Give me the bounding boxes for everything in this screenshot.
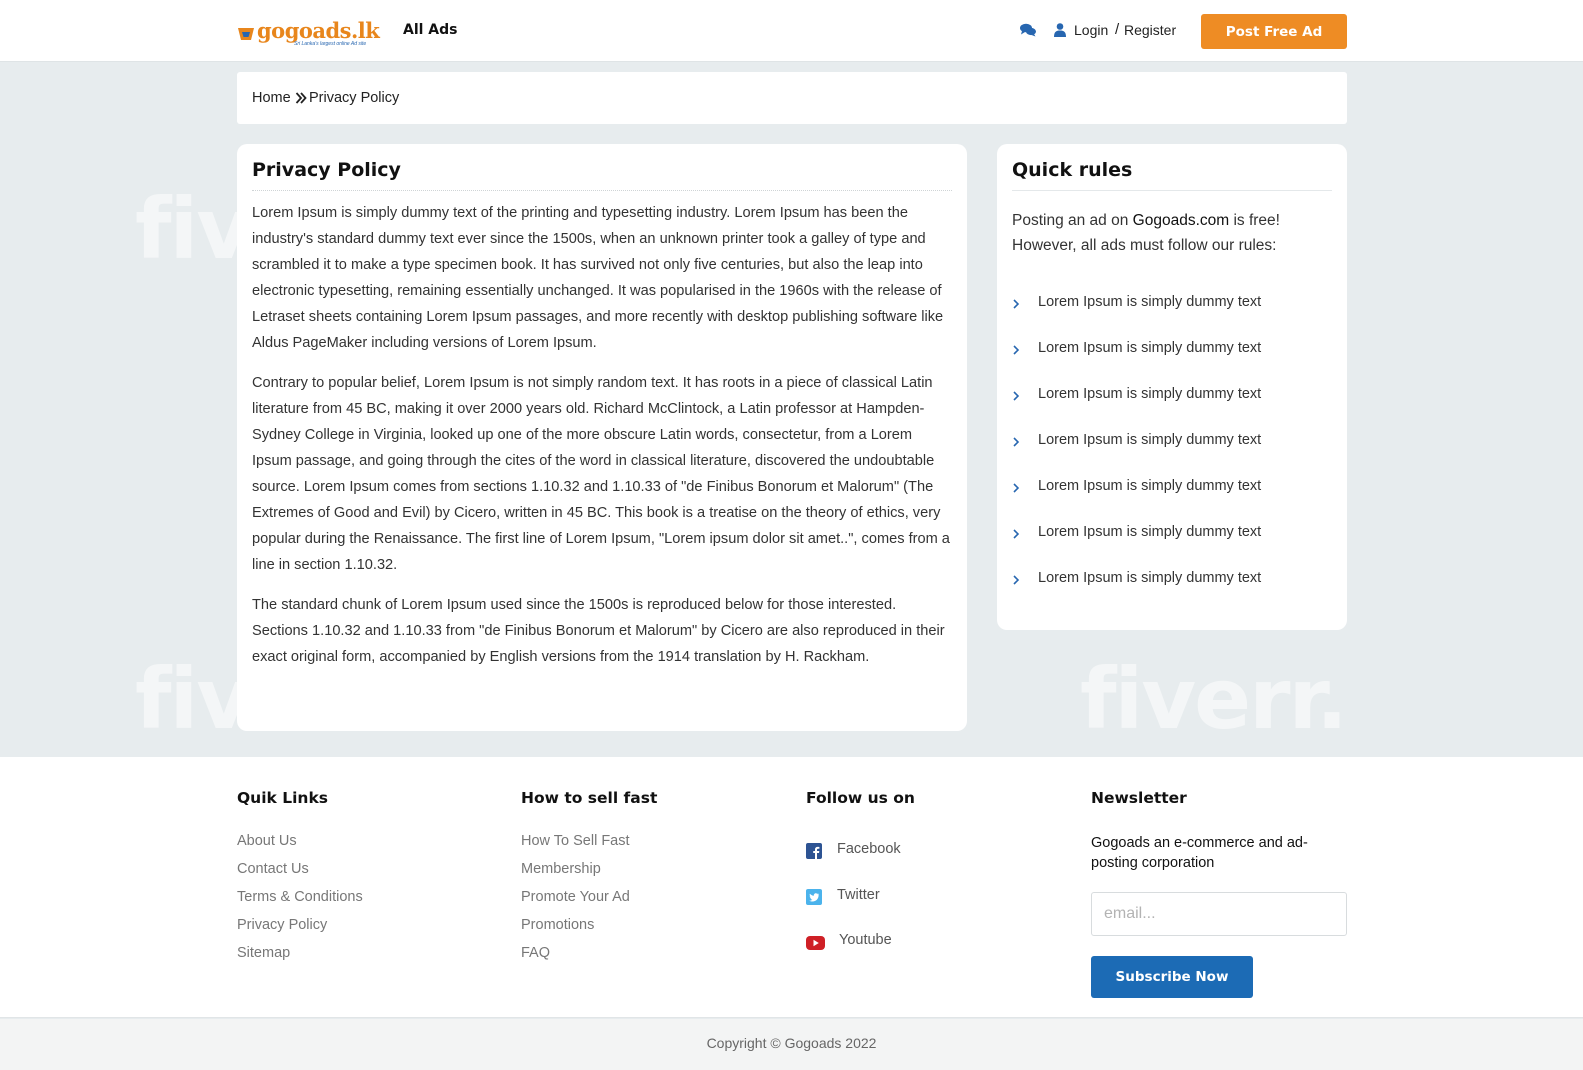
- sell-fast-title: How to sell fast: [521, 789, 658, 807]
- rule-item: Lorem Ipsum is simply dummy text: [1012, 478, 1332, 498]
- footer-link-how-to-sell[interactable]: How To Sell Fast: [521, 833, 630, 849]
- footer-link-promote[interactable]: Promote Your Ad: [521, 889, 630, 905]
- chevron-right-icon: [1013, 391, 1020, 401]
- nav-all-ads[interactable]: All Ads: [403, 22, 458, 38]
- page-title: Privacy Policy: [252, 159, 401, 181]
- login-link[interactable]: Login: [1074, 22, 1108, 38]
- site-logo[interactable]: gogoads.lk Sri Lanka's largest online Ad…: [236, 18, 380, 49]
- twitter-icon: [806, 889, 822, 905]
- rule-item: Lorem Ipsum is simply dummy text: [1012, 570, 1332, 590]
- comments-icon[interactable]: [1020, 23, 1036, 37]
- breadcrumb-home[interactable]: Home: [252, 90, 291, 106]
- rule-text: Lorem Ipsum is simply dummy text: [1038, 386, 1262, 402]
- copyright-text: Copyright © Gogoads 2022: [706, 1035, 877, 1051]
- watermark: fiverr.: [1080, 650, 1348, 748]
- rule-item: Lorem Ipsum is simply dummy text: [1012, 432, 1332, 452]
- chevron-right-icon: [1013, 483, 1020, 493]
- policy-paragraph: The standard chunk of Lorem Ipsum used s…: [252, 597, 945, 665]
- rule-item: Lorem Ipsum is simply dummy text: [1012, 386, 1332, 406]
- follow-us-title: Follow us on: [806, 789, 915, 807]
- rule-item: Lorem Ipsum is simply dummy text: [1012, 340, 1332, 360]
- footer-link-membership[interactable]: Membership: [521, 861, 601, 877]
- subscribe-button[interactable]: Subscribe Now: [1091, 956, 1253, 998]
- logo-mark-icon: [238, 28, 254, 40]
- rule-text: Lorem Ipsum is simply dummy text: [1038, 570, 1262, 586]
- user-icon: [1054, 23, 1066, 37]
- social-label: Facebook: [837, 841, 901, 857]
- social-link-twitter[interactable]: Twitter: [806, 887, 926, 907]
- rule-text: Lorem Ipsum is simply dummy text: [1038, 294, 1262, 310]
- rules-intro-prefix: Posting an ad on: [1012, 212, 1133, 229]
- rule-text: Lorem Ipsum is simply dummy text: [1038, 432, 1262, 448]
- newsletter-description: Gogoads an e-commerce and ad-posting cor…: [1091, 835, 1308, 871]
- chevron-right-icon: [1013, 437, 1020, 447]
- site-header: gogoads.lk Sri Lanka's largest online Ad…: [0, 0, 1583, 62]
- policy-paragraph: Lorem Ipsum is simply dummy text of the …: [252, 205, 944, 351]
- footer-link-promotions[interactable]: Promotions: [521, 917, 594, 933]
- policy-card: Privacy Policy Lorem Ipsum is simply dum…: [237, 144, 967, 731]
- quick-links-title: Quik Links: [237, 789, 328, 807]
- double-chevron-right-icon: [295, 92, 307, 104]
- social-label: Youtube: [839, 932, 892, 948]
- rule-item: Lorem Ipsum is simply dummy text: [1012, 524, 1332, 544]
- social-link-youtube[interactable]: Youtube: [806, 932, 926, 952]
- quick-rules-title: Quick rules: [1012, 159, 1133, 181]
- breadcrumb: Home Privacy Policy: [237, 72, 1347, 124]
- newsletter-email-input[interactable]: [1091, 892, 1347, 936]
- login-register-separator: /: [1115, 21, 1120, 38]
- site-footer: Quik Links About Us Contact Us Terms & C…: [0, 757, 1583, 1018]
- rule-text: Lorem Ipsum is simply dummy text: [1038, 478, 1262, 494]
- footer-link-about[interactable]: About Us: [237, 833, 297, 849]
- rule-text: Lorem Ipsum is simply dummy text: [1038, 524, 1262, 540]
- footer-link-terms[interactable]: Terms & Conditions: [237, 889, 363, 905]
- footer-link-sitemap[interactable]: Sitemap: [237, 945, 290, 961]
- copyright-bar: Copyright © Gogoads 2022: [0, 1019, 1583, 1070]
- rule-text: Lorem Ipsum is simply dummy text: [1038, 340, 1262, 356]
- logo-tagline: Sri Lanka's largest online Ad site: [294, 41, 367, 47]
- title-divider: [252, 190, 952, 191]
- chevron-right-icon: [1013, 575, 1020, 585]
- register-link[interactable]: Register: [1124, 22, 1176, 38]
- chevron-right-icon: [1013, 529, 1020, 539]
- footer-link-contact[interactable]: Contact Us: [237, 861, 309, 877]
- post-free-ad-button[interactable]: Post Free Ad: [1201, 14, 1347, 49]
- facebook-icon: [806, 843, 822, 859]
- social-link-facebook[interactable]: Facebook: [806, 841, 926, 861]
- youtube-icon: [806, 936, 825, 950]
- rules-intro: Posting an ad on Gogoads.com is free! Ho…: [1012, 208, 1312, 258]
- rules-intro-site: Gogoads.com: [1132, 212, 1230, 229]
- policy-paragraph: Contrary to popular belief, Lorem Ipsum …: [252, 375, 950, 573]
- rule-item: Lorem Ipsum is simply dummy text: [1012, 294, 1332, 314]
- breadcrumb-current: Privacy Policy: [309, 90, 400, 106]
- chevron-right-icon: [1013, 345, 1020, 355]
- newsletter-title: Newsletter: [1091, 789, 1187, 807]
- quick-rules-card: Quick rules Posting an ad on Gogoads.com…: [997, 144, 1347, 630]
- footer-link-privacy[interactable]: Privacy Policy: [237, 917, 327, 933]
- logo-text: gogoads.lk: [257, 18, 380, 43]
- footer-link-faq[interactable]: FAQ: [521, 945, 550, 961]
- rules-divider: [1012, 190, 1332, 191]
- chevron-right-icon: [1013, 299, 1020, 309]
- social-label: Twitter: [837, 887, 880, 903]
